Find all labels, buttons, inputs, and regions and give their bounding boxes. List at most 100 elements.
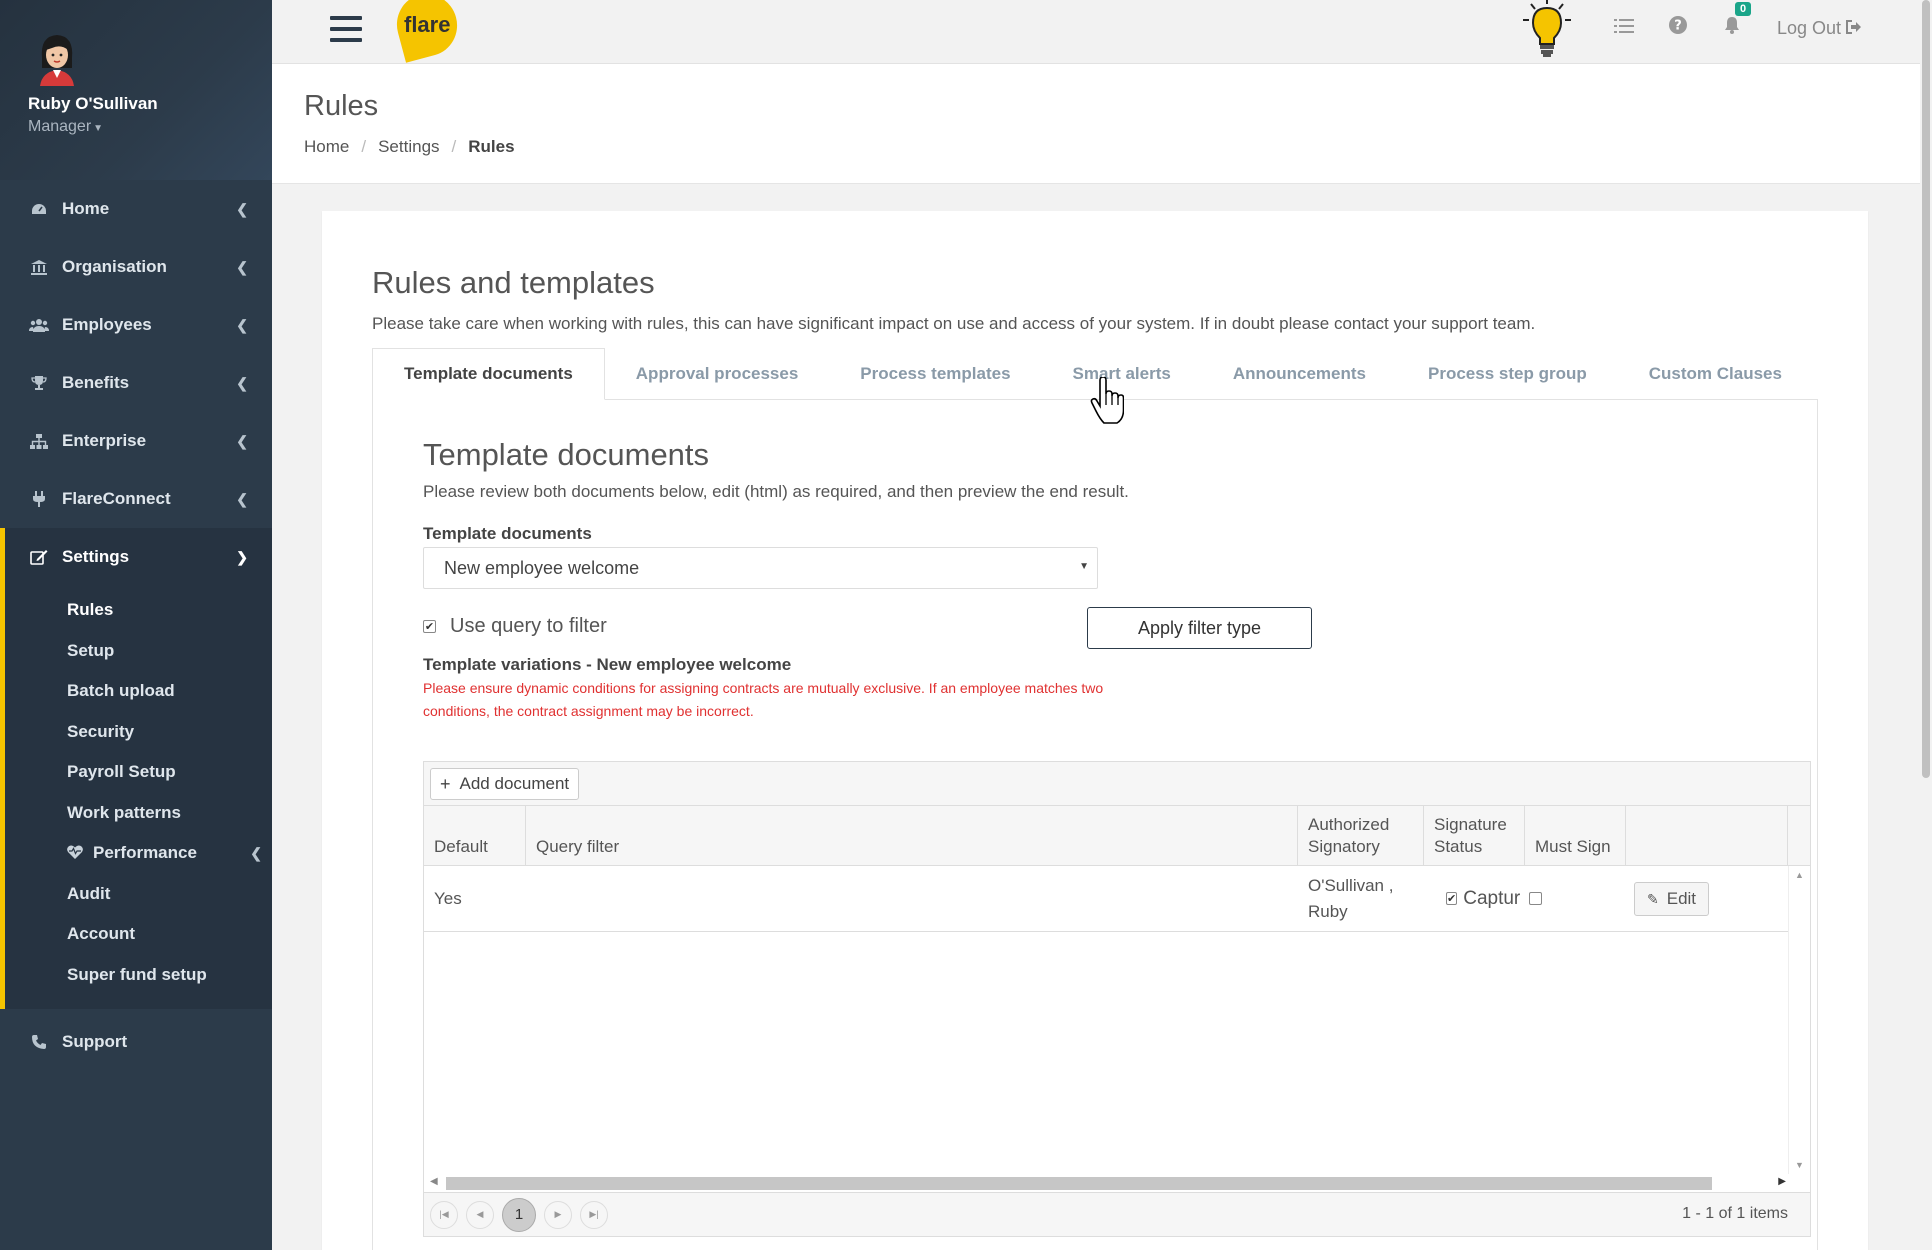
submenu-item-payroll-setup[interactable]: Payroll Setup [5, 752, 272, 793]
sidebar-item-label: Settings [62, 547, 130, 566]
grid-pager: |◀ ◀ 1 ▶ ▶| 1 - 1 of 1 items [424, 1192, 1810, 1236]
breadcrumb-home[interactable]: Home [304, 137, 349, 157]
sign-out-icon [1846, 18, 1862, 38]
horizontal-scrollbar[interactable]: ◀ ▶ [424, 1174, 1810, 1192]
help-icon[interactable]: ? [1651, 16, 1705, 40]
must-sign-checkbox[interactable] [1529, 892, 1542, 905]
edit-icon [28, 549, 50, 565]
sidebar-item-label: Support [62, 1032, 128, 1051]
sidebar-item-employees[interactable]: Employees ❮ [0, 296, 272, 354]
sidebar-item-label: FlareConnect [62, 489, 171, 508]
submenu-item-batch-upload[interactable]: Batch upload [5, 671, 272, 712]
scroll-down-icon[interactable]: ▼ [1795, 1160, 1804, 1170]
column-header-actions [1626, 806, 1788, 865]
list-icon[interactable] [1597, 17, 1651, 40]
profile-panel: Ruby O'Sullivan Manager ▼ [0, 0, 272, 180]
notification-bell-icon[interactable]: 0 [1705, 2, 1759, 40]
page-number-button[interactable]: 1 [502, 1197, 536, 1232]
signature-status-checkbox[interactable]: ✔ [1446, 892, 1458, 905]
cell-signature-status: ✔ Captur [1424, 866, 1525, 931]
template-documents-panel: Template documents Please review both do… [372, 399, 1818, 1250]
breadcrumb-current: Rules [468, 137, 515, 156]
hamburger-menu-icon[interactable] [330, 16, 362, 42]
window-scroll-thumb[interactable] [1922, 0, 1930, 778]
sidebar-item-settings[interactable]: Settings ❯ [0, 528, 272, 586]
submenu-item-rules[interactable]: Rules [0, 590, 272, 631]
phone-icon [28, 1035, 50, 1049]
sidebar-item-organisation[interactable]: Organisation ❮ [0, 238, 272, 296]
logout-label: Log Out [1776, 17, 1841, 38]
submenu-item-performance[interactable]: Performance ❮ [5, 833, 272, 874]
column-header-default[interactable]: Default [424, 806, 526, 865]
scroll-right-icon[interactable]: ▶ [1778, 1176, 1786, 1187]
sidebar-item-enterprise[interactable]: Enterprise ❮ [0, 412, 272, 470]
chevron-left-icon: ❮ [236, 200, 248, 217]
cell-query-filter [526, 866, 1298, 931]
column-header-query-filter[interactable]: Query filter [526, 806, 1298, 865]
grid-toolbar: + Add document [424, 762, 1810, 806]
logout-button[interactable]: Log Out [1777, 18, 1862, 39]
sidebar-item-support[interactable]: Support [0, 1013, 272, 1071]
lightbulb-icon[interactable] [1517, 0, 1577, 60]
avatar[interactable] [28, 28, 86, 86]
grid-header: Default Query filter Authorized Signator… [424, 806, 1810, 866]
flare-logo[interactable]: flare [389, 0, 465, 63]
last-page-icon[interactable]: ▶| [580, 1200, 608, 1229]
submenu-item-security[interactable]: Security [5, 712, 272, 753]
chevron-left-icon: ❮ [236, 316, 248, 333]
add-document-label: Add document [459, 774, 570, 793]
sidebar-item-label: Organisation [62, 257, 167, 276]
tab-process-step-group[interactable]: Process step group [1397, 348, 1618, 400]
sidebar-item-flareconnect[interactable]: FlareConnect ❮ [0, 470, 272, 528]
topbar: flare ? 0 Log Out [272, 0, 1932, 64]
breadcrumb-settings[interactable]: Settings [378, 137, 439, 157]
tab-template-documents[interactable]: Template documents [372, 348, 605, 400]
first-page-icon[interactable]: |◀ [430, 1200, 458, 1229]
tab-announcements[interactable]: Announcements [1202, 348, 1397, 400]
window-scrollbar[interactable] [1920, 0, 1932, 1250]
scroll-up-icon[interactable]: ▲ [1795, 870, 1804, 880]
submenu-item-setup[interactable]: Setup [5, 631, 272, 672]
breadcrumb-separator: / [451, 137, 457, 156]
dropdown-arrow-icon: ▼ [1079, 561, 1089, 572]
sidebar-nav: Home ❮ Organisation ❮ Employees ❮ Benefi… [0, 180, 272, 586]
vertical-scrollbar[interactable]: ▲ ▼ [1788, 866, 1810, 1174]
template-documents-label: Template documents [423, 524, 592, 543]
next-page-icon[interactable]: ▶ [544, 1200, 572, 1229]
edit-button[interactable]: ✎ Edit [1634, 881, 1710, 916]
apply-filter-type-button[interactable]: Apply filter type [1087, 607, 1312, 649]
plus-icon: + [440, 773, 451, 794]
scroll-left-icon[interactable]: ◀ [430, 1176, 438, 1187]
tab-approval-processes[interactable]: Approval processes [605, 348, 830, 400]
horizontal-scroll-thumb[interactable] [446, 1177, 1712, 1190]
template-variations-title: Template variations - New employee welco… [423, 655, 792, 674]
cell-actions: ✎ Edit [1626, 866, 1788, 931]
sitemap-icon [28, 433, 50, 449]
column-header-must-sign[interactable]: Must Sign [1525, 806, 1626, 865]
panel-title: Template documents [423, 437, 710, 472]
settings-submenu: Rules Setup Batch upload Security Payrol… [0, 586, 272, 1009]
header-scroll-spacer [1788, 806, 1810, 865]
use-query-checkbox[interactable]: ✔ [423, 620, 436, 633]
add-document-button[interactable]: + Add document [430, 768, 580, 800]
sidebar-item-benefits[interactable]: Benefits ❮ [0, 354, 272, 412]
hand-pointer-cursor-icon [1090, 376, 1125, 425]
card-description: Please take care when working with rules… [372, 314, 1536, 333]
edit-label: Edit [1666, 888, 1697, 908]
previous-page-icon[interactable]: ◀ [466, 1200, 494, 1229]
column-header-signature-status[interactable]: Signature Status [1424, 806, 1525, 865]
submenu-item-audit[interactable]: Audit [5, 874, 272, 915]
submenu-item-super-fund-setup[interactable]: Super fund setup [5, 955, 272, 996]
template-documents-select[interactable]: New employee welcome ▼ [423, 547, 1098, 589]
profile-role-dropdown[interactable]: Manager ▼ [28, 118, 272, 136]
profile-name: Ruby O'Sullivan [28, 94, 158, 113]
tab-process-templates[interactable]: Process templates [829, 348, 1041, 400]
column-header-authorized-signatory[interactable]: Authorized Signatory [1298, 806, 1424, 865]
page-header: Rules Home / Settings / Rules [272, 64, 1920, 184]
sidebar-item-home[interactable]: Home ❮ [0, 180, 272, 238]
submenu-item-work-patterns[interactable]: Work patterns [5, 793, 272, 834]
submenu-item-account[interactable]: Account [5, 914, 272, 955]
card-title: Rules and templates [372, 265, 655, 300]
tab-custom-clauses[interactable]: Custom Clauses [1618, 348, 1813, 400]
pager-info: 1 - 1 of 1 items [1682, 1205, 1788, 1222]
